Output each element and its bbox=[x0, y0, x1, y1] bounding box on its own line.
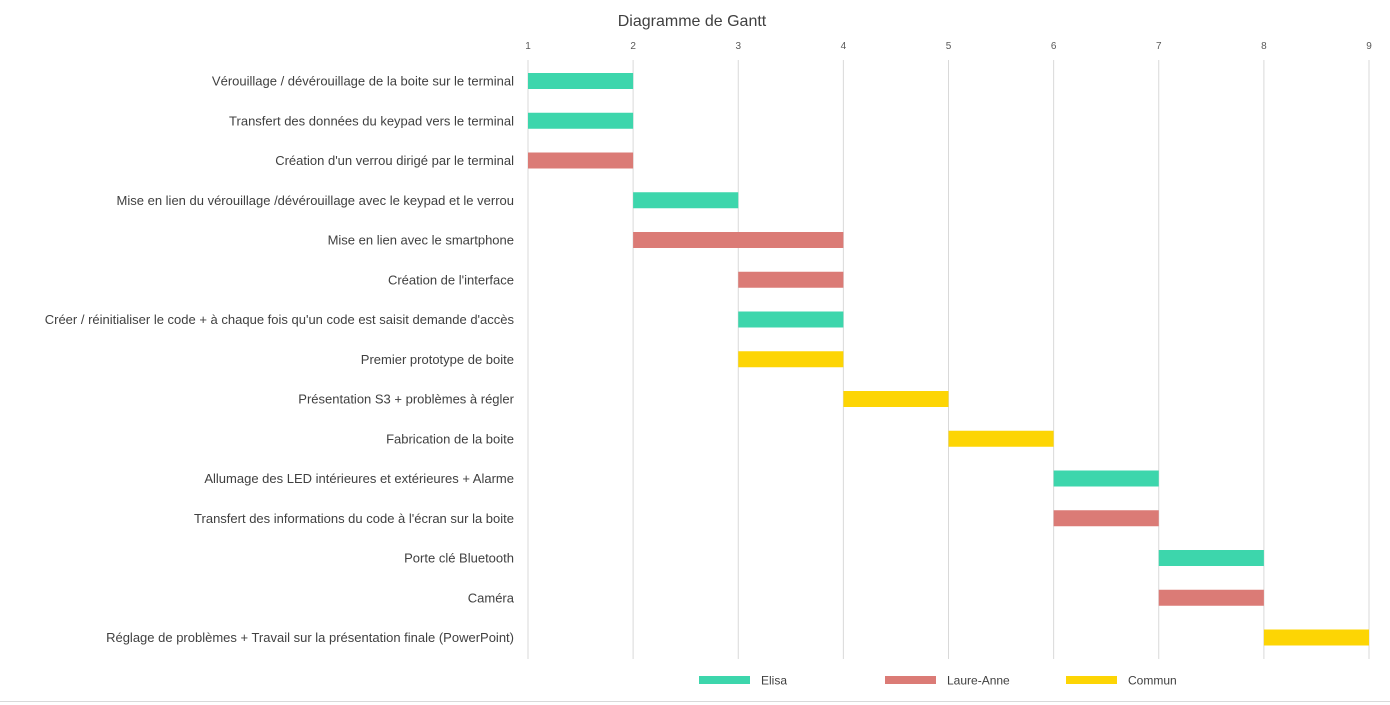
task-bar bbox=[633, 192, 739, 209]
task-bar bbox=[843, 391, 949, 407]
task-bar bbox=[1158, 550, 1264, 566]
x-tick-label: 4 bbox=[841, 41, 847, 52]
task-label: Réglage de problèmes + Travail sur la pr… bbox=[106, 630, 514, 645]
task-labels: Vérouillage / dévérouillage de la boite … bbox=[45, 74, 515, 646]
legend-label: Commun bbox=[1128, 674, 1177, 688]
grid-layer bbox=[527, 60, 1370, 659]
x-tick-label: 3 bbox=[735, 41, 741, 52]
legend-swatch bbox=[1066, 676, 1117, 684]
legend-label: Laure-Anne bbox=[947, 674, 1010, 688]
task-bar bbox=[738, 351, 844, 368]
task-bar bbox=[528, 152, 634, 169]
task-label: Premier prototype de boite bbox=[361, 352, 514, 367]
x-tick-label: 8 bbox=[1261, 41, 1267, 52]
legend-swatch bbox=[885, 676, 936, 684]
bottom-divider bbox=[0, 701, 1390, 702]
task-label: Transfert des informations du code à l'é… bbox=[194, 511, 514, 526]
task-bar bbox=[1053, 470, 1159, 487]
task-label: Allumage des LED intérieures et extérieu… bbox=[204, 471, 514, 486]
task-bar bbox=[948, 430, 1054, 447]
legend-swatch bbox=[699, 676, 750, 684]
x-tick-label: 1 bbox=[525, 41, 531, 52]
task-bar bbox=[738, 271, 844, 288]
gantt-svg: Diagramme de Gantt 1 2 3 4 5 6 7 8 9 Vérouillage… bbox=[45, 13, 1372, 688]
task-bar bbox=[1158, 589, 1264, 606]
task-bar bbox=[633, 232, 844, 248]
task-label: Création d'un verrou dirigé par le termi… bbox=[275, 153, 514, 168]
task-label: Vérouillage / dévérouillage de la boite … bbox=[212, 74, 514, 89]
task-bar bbox=[528, 73, 634, 89]
x-axis-ticks: 1 2 3 4 5 6 7 8 9 bbox=[525, 41, 1372, 52]
task-label: Caméra bbox=[468, 590, 515, 605]
legend: Elisa Laure-Anne Commun bbox=[699, 674, 1177, 688]
task-bar bbox=[1263, 629, 1369, 646]
task-label: Présentation S3 + problèmes à régler bbox=[298, 392, 514, 407]
task-label: Mise en lien avec le smartphone bbox=[328, 233, 514, 248]
x-tick-label: 9 bbox=[1366, 41, 1372, 52]
task-label: Mise en lien du vérouillage /dévérouilla… bbox=[117, 193, 514, 208]
task-bar bbox=[738, 311, 844, 328]
x-tick-label: 5 bbox=[946, 41, 952, 52]
task-bar bbox=[1053, 510, 1159, 527]
x-tick-label: 6 bbox=[1051, 41, 1057, 52]
x-tick-label: 2 bbox=[630, 41, 636, 52]
legend-label: Elisa bbox=[761, 674, 787, 688]
task-bar bbox=[528, 112, 634, 129]
x-tick-label: 7 bbox=[1156, 41, 1162, 52]
task-label: Fabrication de la boite bbox=[386, 431, 514, 446]
chart-title: Diagramme de Gantt bbox=[618, 13, 767, 30]
gantt-chart: Diagramme de Gantt 1 2 3 4 5 6 7 8 9 Vérouillage… bbox=[0, 0, 1390, 705]
task-label: Création de l'interface bbox=[388, 272, 514, 287]
task-label: Créer / réinitialiser le code + à chaque… bbox=[45, 312, 515, 327]
task-label: Transfert des données du keypad vers le … bbox=[229, 113, 514, 128]
task-label: Porte clé Bluetooth bbox=[404, 551, 514, 566]
